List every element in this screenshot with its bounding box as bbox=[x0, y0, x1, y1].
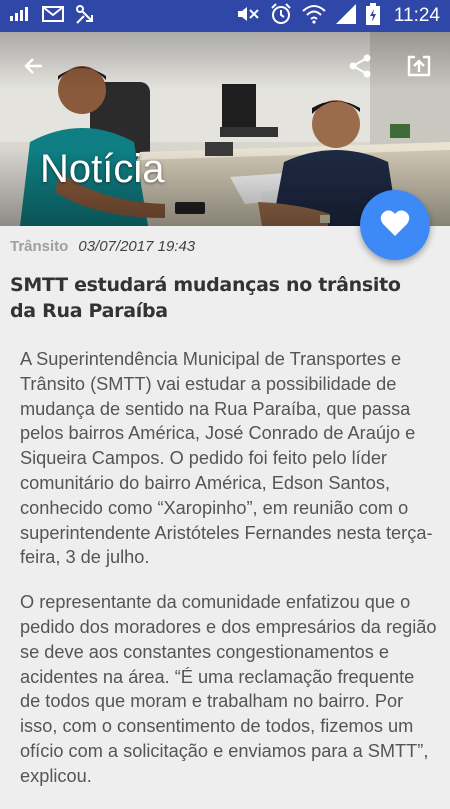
article-headline: SMTT estudará mudanças no trânsito da Ru… bbox=[10, 274, 401, 322]
status-bar: 11:24 bbox=[0, 0, 450, 32]
alarm-icon bbox=[270, 2, 292, 30]
share-button[interactable] bbox=[342, 50, 378, 86]
heart-icon bbox=[380, 209, 410, 242]
status-bar-right: 11:24 bbox=[236, 2, 440, 30]
article-body: A Superintendência Municipal de Transpor… bbox=[20, 347, 438, 809]
page-title: Notícia bbox=[40, 147, 165, 191]
status-time: 11:24 bbox=[393, 5, 440, 26]
article-meta: Trânsito 03/07/2017 19:43 bbox=[10, 238, 195, 255]
share-icon bbox=[347, 53, 373, 84]
wifi-icon bbox=[302, 4, 326, 29]
article-category: Trânsito bbox=[10, 238, 69, 255]
battery-charging-icon bbox=[365, 2, 380, 30]
article-paragraph: O representante da comunidade enfatizou … bbox=[20, 592, 437, 786]
usb-icon bbox=[74, 3, 96, 30]
open-external-icon bbox=[406, 54, 432, 83]
status-bar-left bbox=[10, 3, 96, 30]
back-button[interactable] bbox=[16, 50, 52, 86]
mail-icon bbox=[42, 5, 64, 27]
favorite-button[interactable] bbox=[360, 190, 430, 260]
mute-icon bbox=[236, 4, 260, 29]
article-date: 03/07/2017 19:43 bbox=[78, 238, 196, 255]
article-paragraph: A Superintendência Municipal de Transpor… bbox=[20, 349, 433, 568]
back-arrow-icon bbox=[22, 54, 46, 83]
signal-bars-icon bbox=[10, 6, 32, 26]
open-external-button[interactable] bbox=[401, 50, 437, 86]
cell-signal-icon bbox=[335, 3, 356, 29]
